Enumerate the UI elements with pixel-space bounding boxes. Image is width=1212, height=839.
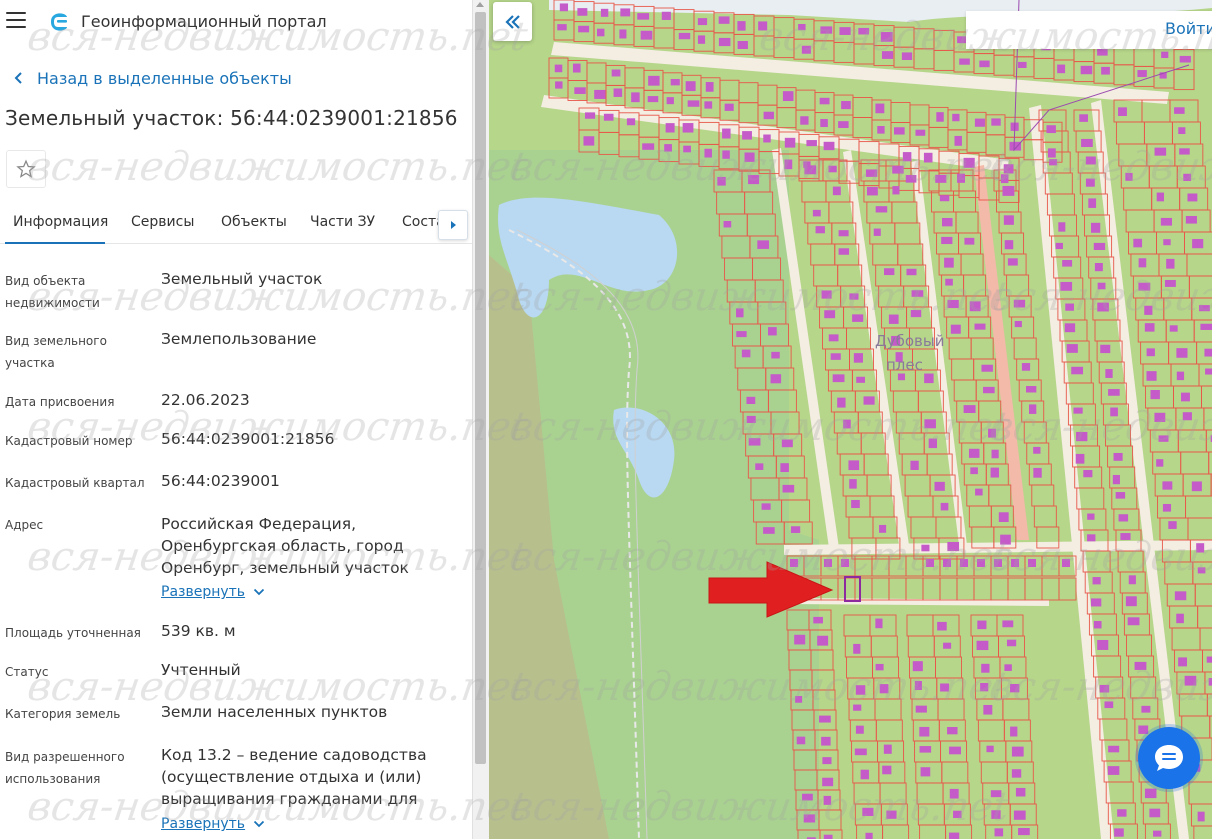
expand-label: Развернуть [161, 584, 246, 600]
field-value: Учтенный [161, 661, 241, 679]
chat-icon [1155, 745, 1183, 771]
chevron-down-icon [253, 820, 265, 828]
collapse-panel-button[interactable] [493, 2, 532, 41]
field-label: Кадастровый квартал [5, 476, 145, 490]
tab-services[interactable]: Сервисы [131, 214, 194, 230]
chevron-left-icon [14, 72, 22, 84]
field-label: Статус [5, 665, 49, 679]
cadastral-map [489, 0, 1212, 839]
hamburger-icon[interactable] [6, 12, 26, 28]
field-label: Вид разрешенного использования [5, 750, 125, 786]
portal-logo-icon [51, 13, 67, 31]
field-label: Кадастровый номер [5, 434, 133, 448]
field-label: Вид объекта недвижимости [5, 274, 100, 310]
field-value: 56:44:0239001 [161, 472, 280, 490]
login-link[interactable]: Войти [1165, 19, 1212, 38]
field-label: Адрес [5, 518, 44, 532]
caret-right-icon [451, 221, 456, 229]
expand-address-link[interactable]: Развернуть [161, 584, 265, 600]
address-value: Российская Федерация, Оренбургская облас… [161, 515, 409, 577]
expand-label: Развернуть [161, 816, 246, 832]
field-value: 56:44:0239001:21856 [161, 430, 335, 448]
field-value: 22.06.2023 [161, 391, 250, 409]
field-value: Код 13.2 – ведение садоводства (осуществ… [161, 746, 427, 808]
info-panel: Геоинформационный портал Назад в выделен… [0, 0, 472, 839]
field-value: Землепользование [161, 330, 317, 348]
field-value: 539 кв. м [161, 622, 236, 640]
tab-parts[interactable]: Части ЗУ [310, 214, 375, 230]
field-label: Площадь уточненная [5, 626, 141, 640]
expand-usage-link[interactable]: Развернуть [161, 816, 265, 832]
top-bar: Геоинформационный портал [0, 0, 472, 44]
chat-button[interactable] [1138, 727, 1200, 789]
field-label: Вид земельного участка [5, 334, 107, 370]
back-link[interactable]: Назад в выделенные объекты [10, 66, 292, 90]
portal-title: Геоинформационный портал [81, 12, 327, 31]
tab-bar: Информация Сервисы Объекты Части ЗУ Сост… [0, 204, 472, 244]
field-label: Категория земель [5, 707, 121, 721]
place-label: Дубовый [875, 332, 945, 350]
field-value: Земельный участок [161, 270, 323, 288]
double-chevron-left-icon [504, 14, 520, 29]
active-tab-indicator [5, 242, 105, 244]
map-view[interactable]: Дубовый плес [489, 0, 1212, 839]
chevron-down-icon [253, 588, 265, 596]
tabs-next-button[interactable] [438, 210, 468, 240]
field-label: Дата присвоения [5, 395, 115, 409]
page-title: Земельный участок: 56:44:0239001:21856 [5, 106, 458, 130]
scroll-up-arrow[interactable] [476, 2, 484, 7]
tab-information[interactable]: Информация [13, 214, 108, 230]
place-label: плес [886, 356, 923, 374]
back-link-label: Назад в выделенные объекты [37, 68, 292, 88]
tab-objects[interactable]: Объекты [221, 214, 287, 230]
star-icon [16, 159, 36, 178]
favorite-button[interactable] [6, 150, 46, 188]
panel-scrollbar-thumb[interactable] [475, 12, 486, 764]
field-value: Земли населенных пунктов [161, 703, 388, 721]
